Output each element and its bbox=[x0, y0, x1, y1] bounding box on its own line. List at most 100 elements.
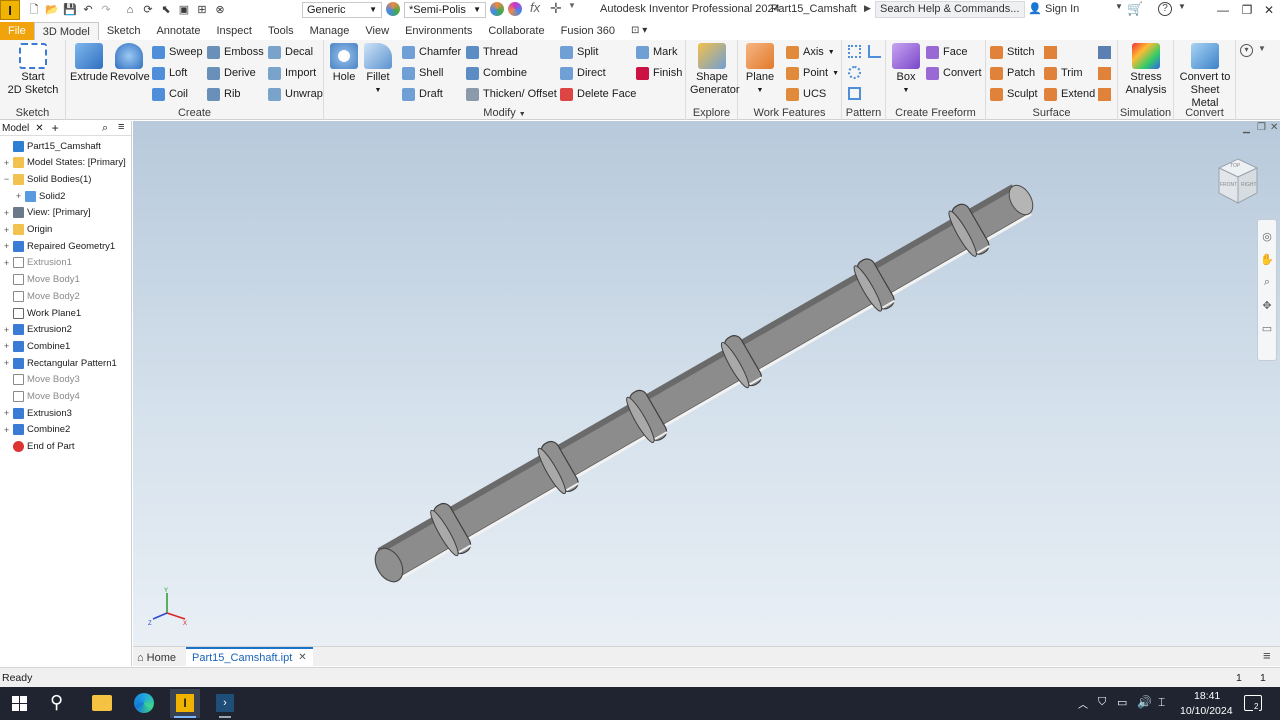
tab-annotate[interactable]: Annotate bbox=[148, 22, 208, 40]
menu-icon[interactable]: ≡ bbox=[118, 121, 124, 133]
browser-node[interactable]: − Solid Bodies(1) bbox=[2, 171, 91, 187]
stitch-button[interactable]: Stitch bbox=[990, 43, 1035, 61]
camshaft-model[interactable] bbox=[133, 121, 1280, 646]
revolve-button[interactable]: Revolve bbox=[110, 43, 150, 84]
browser-node[interactable]: + Model States: [Primary] bbox=[2, 155, 126, 171]
tab-sketch[interactable]: Sketch bbox=[99, 22, 149, 40]
sculpt-button[interactable]: Sculpt bbox=[990, 85, 1038, 103]
speaker-icon[interactable]: 🔊 bbox=[1137, 695, 1152, 709]
search-icon[interactable]: ⌕ bbox=[102, 122, 108, 135]
axis-button[interactable]: Axis ▼ bbox=[786, 43, 835, 61]
browser-node[interactable]: Move Body3 bbox=[2, 372, 80, 388]
view-cube[interactable]: TOP FRONT RIGHT bbox=[1213, 155, 1263, 207]
browser-node[interactable]: Move Body2 bbox=[2, 288, 80, 304]
select-icon[interactable]: ⬉ bbox=[158, 2, 174, 18]
derive-button[interactable]: Derive bbox=[207, 64, 256, 82]
clock-time[interactable]: 18:41 bbox=[1194, 690, 1220, 702]
tab-view[interactable]: View bbox=[357, 22, 397, 40]
home-icon[interactable]: ⌂ bbox=[122, 2, 138, 18]
expand-toggle-icon[interactable]: + bbox=[14, 191, 23, 201]
close-viewport-icon[interactable]: ✕ bbox=[1270, 122, 1278, 133]
expand-toggle-icon[interactable]: + bbox=[2, 325, 11, 335]
app-taskbar-button[interactable]: › bbox=[210, 689, 240, 718]
pan-icon[interactable]: ✋ bbox=[1258, 253, 1276, 266]
undo-icon[interactable]: ↶ bbox=[80, 2, 96, 18]
panel-title-modify[interactable]: Modify ▼ bbox=[324, 107, 685, 119]
search-icon[interactable]: ⚲ bbox=[50, 692, 63, 713]
extrude-button[interactable]: Extrude bbox=[70, 43, 108, 84]
extend-button[interactable]: Extend bbox=[1044, 85, 1095, 103]
hole-button[interactable]: Hole bbox=[328, 43, 360, 84]
tab-collaborate[interactable]: Collaborate bbox=[480, 22, 552, 40]
draft-button[interactable]: Draft bbox=[402, 85, 443, 103]
boundary-patch-icon[interactable] bbox=[1098, 46, 1111, 59]
material-dropdown[interactable]: Generic ▼ bbox=[302, 2, 382, 18]
tab-manage[interactable]: Manage bbox=[302, 22, 358, 40]
chevron-up-icon[interactable]: ︿ bbox=[1078, 696, 1088, 711]
browser-node[interactable]: + View: [Primary] bbox=[2, 205, 91, 221]
browser-node[interactable]: + Solid2 bbox=[14, 188, 65, 204]
face-button[interactable]: Face bbox=[926, 43, 967, 61]
import-button[interactable]: Import bbox=[268, 64, 316, 82]
home-tab[interactable]: ⌂ Home bbox=[137, 649, 176, 666]
expand-toggle-icon[interactable]: + bbox=[2, 158, 11, 168]
browser-node[interactable]: Move Body4 bbox=[2, 389, 80, 405]
chevron-down-icon[interactable]: ▼ bbox=[1178, 2, 1186, 11]
clear-override-icon[interactable] bbox=[490, 2, 504, 16]
browser-node[interactable]: + Rectangular Pattern1 bbox=[2, 355, 117, 371]
inventor-taskbar-button[interactable]: I bbox=[170, 689, 200, 718]
battery-icon[interactable]: ▭ bbox=[1117, 696, 1127, 709]
tab-environments[interactable]: Environments bbox=[397, 22, 480, 40]
measure-icon[interactable]: ⊞ bbox=[194, 2, 210, 18]
browser-node[interactable]: Work Plane1 bbox=[2, 305, 81, 321]
browser-node[interactable]: Move Body1 bbox=[2, 272, 80, 288]
add-tab-icon[interactable]: + bbox=[52, 121, 59, 135]
trim-button[interactable]: Trim bbox=[1044, 64, 1083, 82]
redo-icon[interactable]: ↷ bbox=[98, 2, 114, 18]
view-face-icon[interactable]: ▭ bbox=[1258, 322, 1276, 335]
appearance-dropdown[interactable]: *Semi-Polis ▼ bbox=[404, 2, 486, 18]
unwrap-button[interactable]: Unwrap bbox=[268, 85, 323, 103]
circular-pattern-icon[interactable] bbox=[848, 66, 861, 79]
chevron-down-icon[interactable]: ▼ bbox=[1115, 2, 1123, 11]
split-button[interactable]: Split bbox=[560, 43, 598, 61]
mirror-icon[interactable] bbox=[868, 45, 881, 58]
expand-toggle-icon[interactable]: + bbox=[2, 241, 11, 251]
repair-bodies-icon[interactable] bbox=[1098, 88, 1111, 101]
expand-toggle-icon[interactable]: + bbox=[2, 425, 11, 435]
security-icon[interactable]: ⛉ bbox=[1098, 696, 1106, 709]
tab-inspect[interactable]: Inspect bbox=[209, 22, 260, 40]
edge-browser-icon[interactable] bbox=[134, 693, 154, 713]
new-icon[interactable]: 🗋 bbox=[26, 2, 42, 18]
expand-toggle-icon[interactable]: + bbox=[2, 208, 11, 218]
delete-face-button[interactable]: Delete Face bbox=[560, 85, 636, 103]
tab-overflow-button[interactable]: ⊡ ▾ bbox=[623, 22, 655, 40]
open-icon[interactable]: 📂 bbox=[44, 2, 60, 18]
browser-tab-model[interactable]: Model bbox=[2, 123, 29, 134]
clock-date[interactable]: 10/10/2024 bbox=[1180, 705, 1233, 717]
close-button[interactable]: ✕ bbox=[1258, 0, 1280, 20]
clear-icon[interactable]: ⊗ bbox=[212, 2, 228, 18]
direct-button[interactable]: Direct bbox=[560, 64, 606, 82]
add-icon[interactable]: ✛ bbox=[550, 0, 562, 17]
tab-fusion-360[interactable]: Fusion 360 bbox=[553, 22, 623, 40]
expand-toggle-icon[interactable]: − bbox=[2, 174, 11, 184]
finish-button[interactable]: Finish bbox=[636, 64, 682, 82]
shape-generator-button[interactable]: Shape Generator bbox=[690, 43, 740, 97]
customize-icon[interactable]: ▼ bbox=[568, 1, 576, 10]
emboss-button[interactable]: Emboss bbox=[207, 43, 264, 61]
notification-icon[interactable]: 2 bbox=[1244, 695, 1262, 711]
tab-menu-icon[interactable]: ≡ bbox=[1263, 648, 1271, 663]
expand-toggle-icon[interactable]: + bbox=[2, 358, 11, 368]
stress-analysis-button[interactable]: Stress Analysis bbox=[1122, 43, 1170, 97]
sweep-button[interactable]: Sweep bbox=[152, 43, 203, 61]
ruled-surface-icon[interactable] bbox=[1044, 46, 1057, 59]
loft-button[interactable]: Loft bbox=[152, 64, 187, 82]
graphics-viewport[interactable]: TOP FRONT RIGHT ◎ ✋ ⌕ ✥ ▭ ▁ ❐ ✕ Y X Z bbox=[133, 121, 1280, 646]
file-explorer-icon[interactable] bbox=[92, 695, 112, 711]
shell-button[interactable]: Shell bbox=[402, 64, 443, 82]
browser-node[interactable]: + Combine2 bbox=[2, 422, 70, 438]
browser-node[interactable]: End of Part bbox=[2, 439, 75, 455]
update-icon[interactable]: ⟳ bbox=[140, 2, 156, 18]
rib-button[interactable]: Rib bbox=[207, 85, 241, 103]
